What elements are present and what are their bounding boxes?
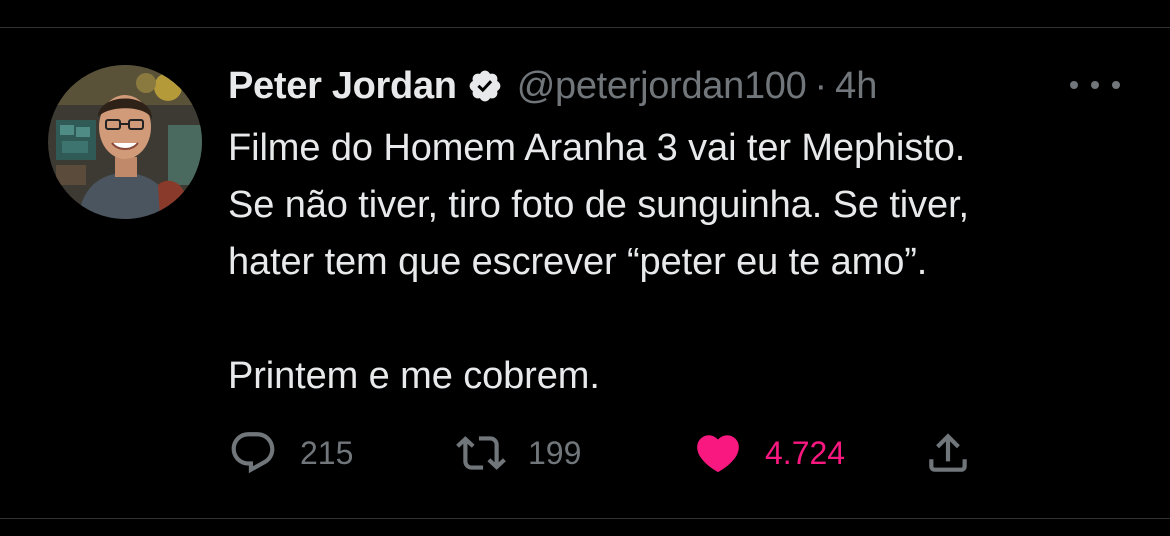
like-count: 4.724	[765, 434, 846, 471]
tweet-text-line: Filme do Homem Aranha 3 vai ter Mephisto…	[228, 127, 966, 169]
separator-dot: ·	[814, 64, 828, 107]
avatar[interactable]	[48, 65, 202, 219]
retweet-icon	[456, 428, 506, 478]
reply-count: 215	[300, 434, 354, 471]
tweet-text-line: Printem e me cobrem.	[228, 355, 600, 397]
tweet-text-line: Se não tiver, tiro foto de sunguinha. Se…	[228, 184, 969, 226]
like-button[interactable]: 4.724	[693, 428, 845, 478]
tweet-text-line: hater tem que escrever “peter eu te amo”…	[228, 241, 928, 283]
retweet-button[interactable]: 199	[456, 428, 581, 478]
tweet-actions: 215 199 4.724	[228, 428, 988, 478]
reply-button[interactable]: 215	[228, 428, 353, 478]
author-display-name[interactable]: Peter Jordan	[228, 65, 457, 108]
share-icon	[923, 428, 973, 478]
more-dots-icon[interactable]	[1070, 72, 1120, 98]
share-button[interactable]	[923, 428, 973, 478]
retweet-count: 199	[528, 434, 582, 471]
tweet-timestamp[interactable]: 4h	[835, 65, 877, 108]
author-handle[interactable]: @peterjordan100	[517, 65, 807, 108]
avatar-photo	[48, 65, 202, 219]
verified-badge-icon	[467, 68, 503, 104]
reply-icon	[228, 428, 278, 478]
bottom-divider	[0, 518, 1170, 519]
tweet-text: Filme do Homem Aranha 3 vai ter Mephisto…	[228, 120, 1148, 405]
tweet-header: Peter Jordan @peterjordan100 · 4h	[228, 60, 877, 112]
heart-filled-icon	[693, 428, 743, 478]
top-divider	[0, 27, 1170, 28]
